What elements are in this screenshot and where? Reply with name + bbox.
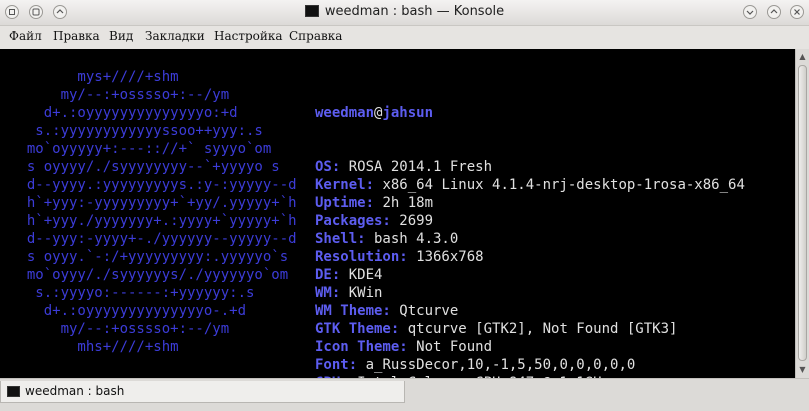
info-value: bash 4.3.0 [365,231,459,247]
info-key: Packages: [315,213,391,229]
tab-label: weedman : bash [25,384,125,398]
info-value: a_RussDecor,10,-1,5,50,0,0,0,0,0 [357,357,636,373]
info-key: DE: [315,267,341,283]
info-key: Uptime: [315,195,375,211]
info-value: KWin [340,285,383,301]
scroll-up-icon[interactable]: ▲ [796,50,809,64]
logo-line: mo`oyyyyy+:---:://+` syyyo`om [10,141,272,157]
terminal-icon [304,5,319,17]
info-key: Shell: [315,231,366,247]
logo-line: mhs+////+shm [10,339,179,355]
logo-line: my/--:+osssso+:--/ym [10,321,230,337]
info-value: x86_64 Linux 4.1.4-nrj-desktop-1rosa-x86… [374,177,745,193]
hostname: jahsun [382,105,434,121]
info-line: Resolution: 1366x768 [315,248,745,266]
menu-bookmarks[interactable]: Закладки [145,29,205,43]
info-line: Icon Theme: Not Found [315,338,745,356]
info-value: ROSA 2014.1 Fresh [340,159,493,175]
info-value: Not Found [407,339,493,355]
logo-line: s.:yyyyo:------:+yyyyyy:.s [10,285,255,301]
window-title: weedman : bash — Konsole [0,4,809,19]
menu-edit[interactable]: Правка [53,29,100,43]
info-line: Kernel: x86_64 Linux 4.1.4-nrj-desktop-1… [315,176,745,194]
menu-file[interactable]: Файл [9,29,42,43]
scroll-down-icon[interactable]: ▼ [796,363,809,377]
close-icon[interactable] [790,5,804,19]
system-info: weedman@jahsun OS: ROSA 2014.1 Fresh Kern… [315,68,745,378]
scroll-handle[interactable] [798,65,807,361]
logo-line: d+.:oyyyyyyyyyyyyyyo:+d [10,105,238,121]
logo-line: h`+yyy./yyyyyyy+.:yyyy+`yyyyy+`h [10,213,297,229]
info-key: Resolution: [315,249,408,265]
info-line: OS: ROSA 2014.1 Fresh [315,158,745,176]
info-key: Icon Theme: [315,339,408,355]
logo-line: s oyyy.`-:/+yyyyyyyyy:.yyyyyo`s [10,249,289,265]
info-key: GTK Theme: [315,321,400,337]
info-key: WM Theme: [315,303,391,319]
distro-logo-ascii: mys+////+shm my/--:+osssso+:--/ym d+.:oy… [10,68,297,356]
info-value: Qtcurve [390,303,459,319]
logo-line: mo`oyyy/./syyyyyys/./yyyyyyo`om [10,267,289,283]
info-line: WM: KWin [315,284,745,302]
info-key: WM: [315,285,341,301]
vertical-scrollbar[interactable]: ▲ ▼ [795,49,809,378]
info-line: GTK Theme: qtcurve [GTK2], Not Found [GT… [315,320,745,338]
info-key: OS: [315,159,341,175]
logo-line: s.:yyyyyyyyyyyyssoo++yyy:.s [10,123,263,139]
logo-line: my/--:+osssso+:--/ym [10,87,230,103]
info-value: 2699 [390,213,434,229]
logo-line: d--yyy:-yyyy+-./yyyyyy--yyyyy--d [10,231,297,247]
info-line: Uptime: 2h 18m [315,194,745,212]
info-value: qtcurve [GTK2], Not Found [GTK3] [399,321,678,337]
info-line: Shell: bash 4.3.0 [315,230,745,248]
info-line: WM Theme: Qtcurve [315,302,745,320]
logo-line: mys+////+shm [10,69,179,85]
info-key: Kernel: [315,177,375,193]
maximize-icon[interactable] [767,5,781,19]
logo-line: s oyyyy/./syyyyyyyy--`+yyyyo s [10,159,280,175]
user-host-line: weedman@jahsun [315,104,745,122]
window-title-text: weedman : bash — Konsole [324,4,505,19]
info-value: KDE4 [340,267,383,283]
menu-bar: Файл Правка Вид Закладки Настройка Справ… [0,26,809,48]
minimize-icon[interactable] [743,5,757,19]
terminal-icon [7,386,20,397]
tab-bar: weedman : bash [0,378,809,411]
title-bar[interactable]: weedman : bash — Konsole [0,0,809,26]
info-line: Packages: 2699 [315,212,745,230]
logo-line: d+.:oyyyyyyyyyyyyyyo-.+d [10,303,247,319]
menu-settings[interactable]: Настройка [214,29,283,43]
menu-view[interactable]: Вид [109,29,133,43]
info-key: Font: [315,357,358,373]
menu-help[interactable]: Справка [289,29,342,43]
terminal-output[interactable]: mys+////+shm my/--:+osssso+:--/ym d+.:oy… [0,49,795,378]
info-value: 2h 18m [374,195,434,211]
info-line: DE: KDE4 [315,266,745,284]
logo-line: h`+yyy:-yyyyyyyyy+`+yy/.yyyyy+`h [10,195,297,211]
info-line: Font: a_RussDecor,10,-1,5,50,0,0,0,0,0 [315,356,745,374]
username: weedman [315,105,375,121]
info-value: 1366x768 [407,249,484,265]
tab-weedman-bash[interactable]: weedman : bash [0,381,405,403]
logo-line: d--yyyy.:yyyyyyyyys.:y-:yyyyy--d [10,177,297,193]
